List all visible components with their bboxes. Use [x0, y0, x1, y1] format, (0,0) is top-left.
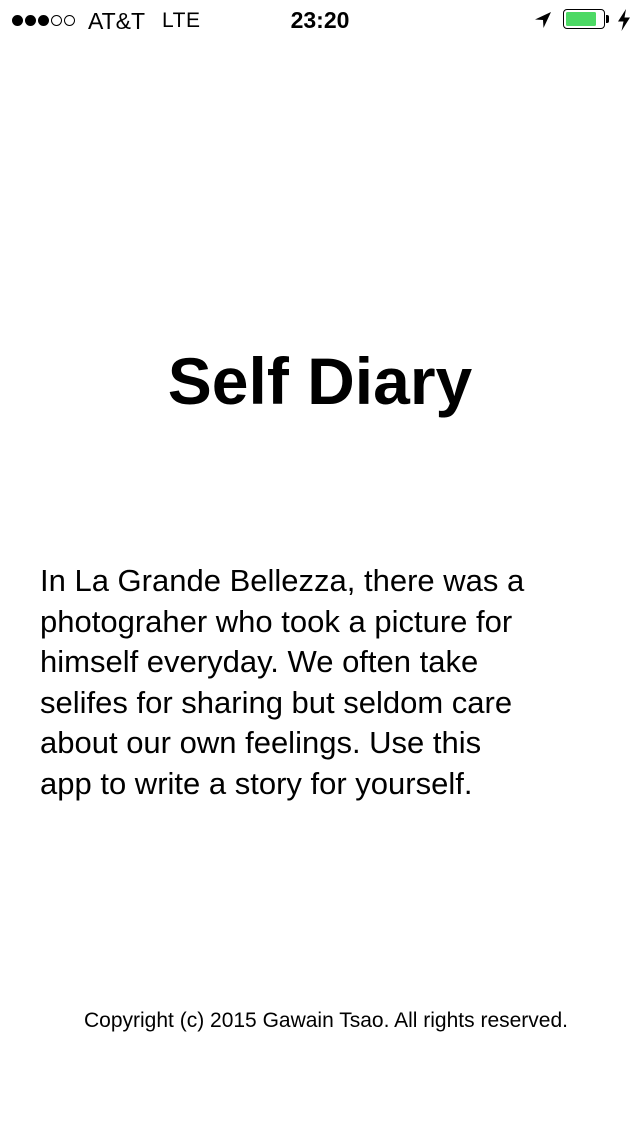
battery-indicator — [563, 9, 611, 31]
bolt-icon — [618, 9, 630, 31]
battery-level-fill — [566, 12, 596, 26]
intro-line: himself everyday. We often take — [40, 644, 479, 679]
intro-line: photograher who took a picture for — [40, 603, 513, 639]
intro-line: selifes for sharing but seldom care — [40, 684, 513, 720]
status-bar: AT&T LTE 23:20 — [0, 0, 640, 40]
intro-line: app to write a story for yourself. — [40, 765, 473, 801]
location-arrow-icon — [535, 12, 551, 28]
intro-line: In La Grande Bellezza, there was a — [40, 563, 525, 598]
copyright-notice: Copyright (c) 2015 Gawain Tsao. All righ… — [83, 1009, 568, 1032]
battery-body — [563, 9, 605, 29]
intro-line: about our own feelings. Use this — [40, 725, 482, 760]
intro-text: In La Grande Bellezza, there was a photo… — [40, 561, 600, 804]
battery-tip — [606, 15, 609, 23]
app-title: Self Diary — [167, 344, 473, 418]
